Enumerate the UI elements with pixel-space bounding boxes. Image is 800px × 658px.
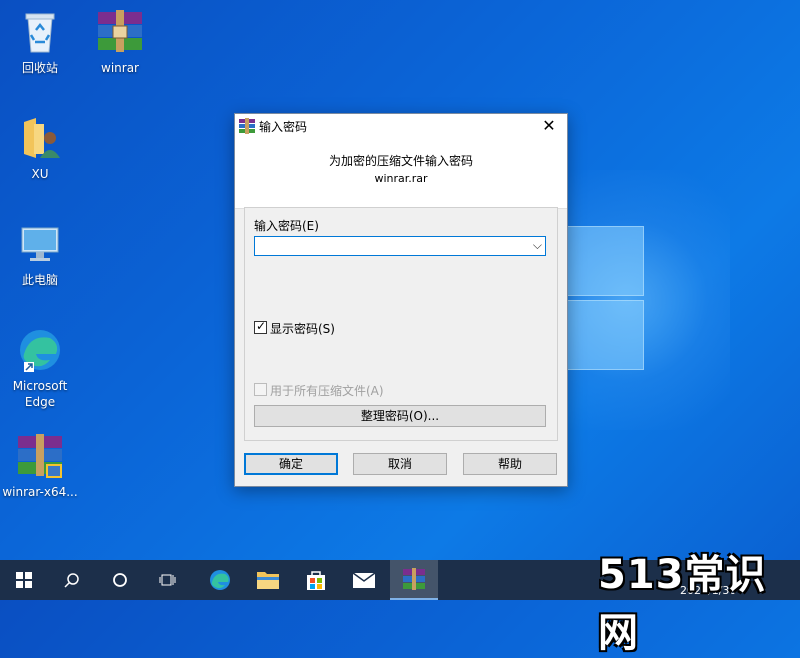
password-label: 输入密码(E) [254, 219, 319, 233]
ok-button[interactable]: 确定 [244, 453, 338, 475]
start-button[interactable] [0, 560, 48, 600]
help-button[interactable]: 帮助 [463, 453, 557, 475]
taskbar-file-explorer[interactable] [244, 560, 292, 600]
desktop-icon-recycle-bin[interactable]: 回收站 [2, 8, 78, 76]
desktop-icon-label: XU [31, 167, 49, 181]
use-for-all-checkbox[interactable] [254, 383, 267, 396]
taskbar-winrar[interactable] [390, 560, 438, 600]
winrar-icon [239, 118, 255, 134]
start-icon [16, 572, 32, 588]
show-password-checkbox[interactable] [254, 319, 267, 334]
taskbar-store[interactable] [292, 560, 340, 600]
enter-password-dialog: 输入密码 ✕ 为加密的压缩文件输入密码 winrar.rar 输入密码(E) ⌵… [234, 113, 568, 487]
archive-filename: winrar.rar [374, 172, 428, 185]
winrar-installer-icon [16, 432, 64, 480]
desktop-icon-edge[interactable]: Microsoft Edge [2, 326, 78, 410]
organize-passwords-button[interactable]: 整理密码(O)... [254, 405, 546, 427]
desktop-icon-winrar-installer[interactable]: winrar-x64... [2, 432, 78, 500]
taskbar-mail[interactable] [340, 560, 388, 600]
user-folder-icon [16, 114, 64, 162]
dialog-title: 输入密码 [259, 120, 308, 134]
task-view-button[interactable] [144, 560, 192, 600]
password-group: 输入密码(E) ⌵ 显示密码(S) 用于所有压缩文件(A) 整理密码(O)... [244, 207, 558, 441]
edge-icon [210, 570, 230, 590]
cortana-icon [113, 573, 127, 587]
site-watermark: 513常识网 [598, 552, 767, 656]
desktop-icon-winrar[interactable]: winrar [82, 8, 158, 76]
dialog-header: 为加密的压缩文件输入密码 winrar.rar [235, 138, 567, 209]
dialog-instruction: 为加密的压缩文件输入密码 [328, 154, 473, 168]
dialog-titlebar[interactable]: 输入密码 ✕ [235, 114, 567, 138]
winrar-icon [96, 8, 144, 56]
search-icon [64, 573, 79, 588]
desktop-icon-label: winrar-x64... [2, 485, 78, 499]
desktop-icon-label: 此电脑 [21, 273, 58, 287]
close-icon: ✕ [542, 116, 556, 135]
password-input[interactable] [258, 238, 524, 256]
chevron-down-icon[interactable]: ⌵ [533, 238, 542, 253]
recycle-bin-icon [16, 8, 64, 56]
desktop-icon-label: winrar [101, 61, 139, 75]
show-password-label[interactable]: 显示密码(S) [270, 320, 335, 337]
cancel-button[interactable]: 取消 [353, 453, 447, 475]
taskbar-edge[interactable] [196, 560, 244, 600]
password-combobox[interactable]: ⌵ [254, 236, 546, 256]
file-explorer-icon [257, 572, 279, 589]
cortana-button[interactable] [96, 560, 144, 600]
use-for-all-label: 用于所有压缩文件(A) [270, 384, 384, 398]
task-view-icon [159, 574, 176, 586]
computer-icon [16, 220, 64, 268]
mail-icon [352, 572, 376, 588]
edge-icon [16, 326, 64, 374]
close-button[interactable]: ✕ [531, 114, 567, 138]
desktop-icon-computer[interactable]: 此电脑 [2, 220, 78, 288]
desktop-icon-user[interactable]: XU [2, 114, 78, 182]
desktop-icon-label: 回收站 [21, 61, 58, 75]
store-icon [307, 571, 325, 590]
search-button[interactable] [48, 560, 96, 600]
desktop-icon-label: Microsoft Edge [12, 379, 68, 409]
winrar-icon [403, 568, 425, 590]
